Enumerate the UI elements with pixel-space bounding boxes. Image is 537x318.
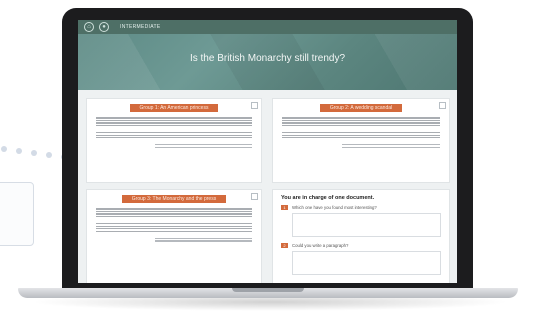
expand-icon[interactable] (251, 193, 258, 200)
question-number: 2 (281, 243, 288, 248)
app-header: ⌂ ● INTERMEDIATE (78, 20, 457, 34)
question-text: Could you write a paragraph? (292, 243, 349, 248)
document-text (87, 112, 261, 148)
question-text: Which one have you found most interestin… (292, 205, 377, 210)
expand-icon[interactable] (251, 102, 258, 109)
answer-field[interactable] (292, 213, 441, 237)
expand-icon[interactable] (439, 102, 446, 109)
document-text (273, 112, 449, 148)
document-text (87, 203, 261, 242)
document-card-1: Group 1: An American princess (86, 98, 262, 183)
card-label: Group 1: An American princess (129, 104, 219, 112)
answer-field[interactable] (292, 251, 441, 275)
app-brand: INTERMEDIATE (120, 24, 161, 30)
home-icon[interactable]: ⌂ (84, 22, 94, 32)
background-card (0, 182, 34, 246)
laptop-notch (232, 288, 304, 292)
document-card-3: Group 3: The Monarchy and the press (86, 189, 262, 283)
card-label: Group 2: A wedding scandal (319, 104, 403, 112)
decorative-dot (16, 148, 22, 154)
decorative-dot (1, 146, 7, 152)
hero-banner: Is the British Monarchy still trendy? (78, 34, 457, 90)
page-title: Is the British Monarchy still trendy? (189, 53, 346, 64)
decorative-dot (31, 150, 37, 156)
card-label: Group 3: The Monarchy and the press (121, 195, 227, 203)
activity-card: You are in charge of one document. 1 Whi… (272, 189, 450, 283)
profile-icon[interactable]: ● (99, 22, 109, 32)
activity-title: You are in charge of one document. (281, 195, 375, 201)
question-row: 2 Could you write a paragraph? (273, 241, 449, 250)
question-number: 1 (281, 205, 288, 210)
laptop-screen: ⌂ ● INTERMEDIATE Is the British Monarchy… (78, 20, 457, 283)
document-card-2: Group 2: A wedding scandal (272, 98, 450, 183)
question-row: 1 Which one have you found most interest… (273, 203, 449, 212)
decorative-dot (46, 152, 52, 158)
